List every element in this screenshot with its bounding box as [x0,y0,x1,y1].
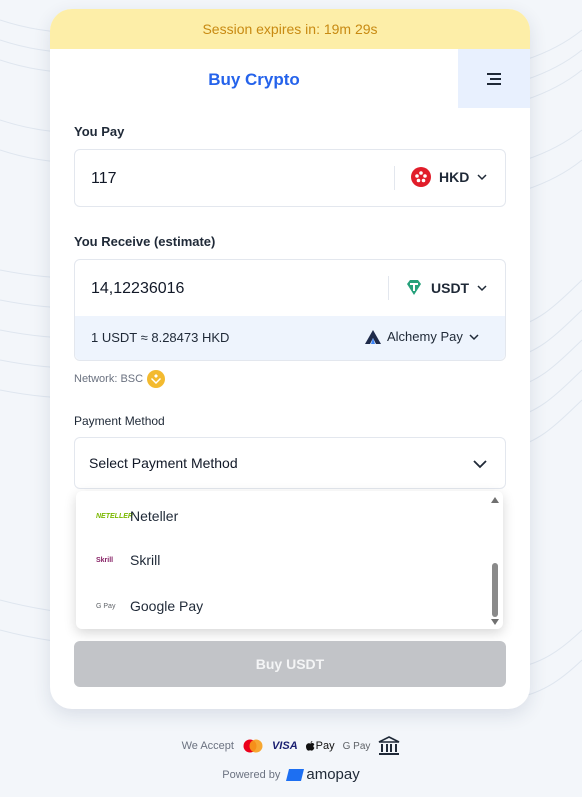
powered-by-label: Powered by [222,768,281,781]
network-info: Network: BSC [74,370,166,388]
menu-button[interactable] [458,49,530,108]
apple-pay-text: Pay [315,740,335,752]
visa-icon: VISA [271,740,298,752]
pay-currency-code: HKD [439,169,470,185]
option-label: Google Pay [130,598,204,614]
exchange-rate: 1 USDT ≈ 8.28473 HKD [91,330,230,345]
widget-card: Session expires in: 19m 29s Buy Crypto Y… [50,9,530,709]
provider-name: Alchemy Pay [387,329,463,344]
accepted-payments: We Accept VISA Pay G Pay [0,736,582,756]
mastercard-icon [243,739,263,753]
we-accept-label: We Accept [181,740,234,752]
scroll-down-arrow[interactable] [491,619,499,625]
apple-pay-icon: Pay [305,740,335,752]
network-label: Network: BSC [74,373,144,385]
payment-method-select[interactable]: Select Payment Method [74,437,506,489]
divider [394,166,395,190]
chevron-down-icon [477,285,487,292]
amopay-brand: amopay [306,766,360,783]
gpay-logo: G Pay [96,602,116,610]
receive-field: 14,12236016 USDT 1 USDT ≈ 8.28473 HKD Al… [74,259,506,361]
you-pay-label: You Pay [74,124,125,139]
hamburger-icon [487,72,501,85]
header: Buy Crypto [50,49,530,108]
chevron-down-icon [477,174,487,181]
payment-method-placeholder: Select Payment Method [89,455,238,471]
payment-method-dropdown: NETELLER Neteller Skrill Skrill G Pay Go… [76,491,503,629]
dropdown-scrollbar[interactable] [487,491,503,629]
pay-field[interactable]: 117 HKD [74,149,506,207]
buy-button[interactable]: Buy USDT [74,641,506,687]
pay-amount-input[interactable]: 117 [91,170,117,188]
option-skrill[interactable]: Skrill Skrill [96,552,160,568]
option-label: Neteller [130,508,179,524]
neteller-logo: NETELLER [96,512,133,520]
bnb-icon [147,370,166,388]
divider [388,276,389,300]
scroll-up-arrow[interactable] [491,497,499,503]
tether-icon [407,280,421,295]
session-timer: Session expires in: 19m 29s [50,9,530,49]
provider-select[interactable]: Alchemy Pay [365,329,479,344]
scroll-thumb[interactable] [492,563,498,617]
chevron-down-icon [469,333,479,340]
receive-amount: 14,12236016 [91,280,185,297]
option-google-pay[interactable]: G Pay Google Pay [96,598,203,614]
tab-buy-crypto[interactable]: Buy Crypto [50,49,458,108]
alchemy-pay-icon [365,329,381,344]
chevron-down-icon [473,460,487,469]
apple-logo-icon [305,741,315,751]
amopay-logo[interactable]: amopay [286,766,360,783]
option-label: Skrill [130,552,161,568]
hk-flag-icon [411,167,431,187]
pay-currency-select[interactable]: HKD [411,167,487,187]
payment-method-label: Payment Method [74,414,165,428]
rate-row: 1 USDT ≈ 8.28473 HKD Alchemy Pay [75,316,505,360]
receive-currency-code: USDT [431,280,470,296]
google-pay-icon: G Pay [342,740,371,752]
you-receive-label: You Receive (estimate) [74,234,216,249]
amopay-mark-icon [286,768,305,781]
bank-icon [379,736,400,755]
receive-currency-select[interactable]: USDT [405,279,487,297]
option-neteller[interactable]: NETELLER Neteller [96,508,178,524]
skrill-logo: Skrill [96,556,114,564]
powered-by: Powered by amopay [0,766,582,783]
